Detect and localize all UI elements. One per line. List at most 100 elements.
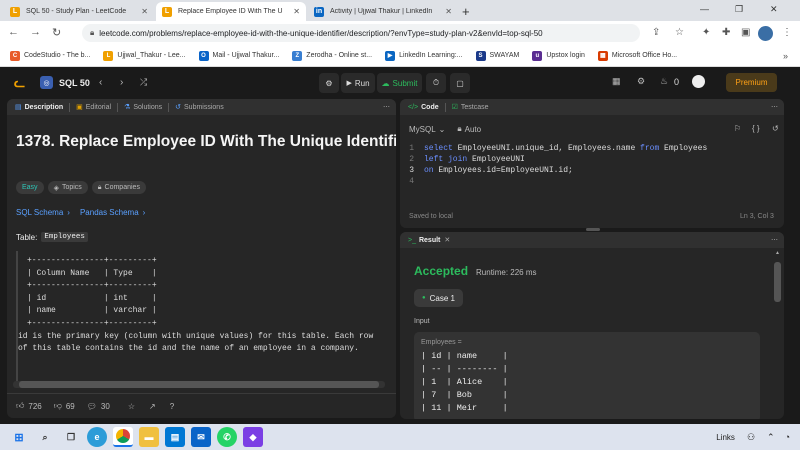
user-avatar[interactable]	[692, 75, 705, 88]
bookmark-item[interactable]: Z Zerodha - Online st...	[292, 50, 373, 61]
people-icon[interactable]: ⚇	[747, 432, 755, 443]
back-icon[interactable]: ←	[8, 26, 19, 38]
windows-start-icon[interactable]: ⊞	[9, 427, 29, 447]
browser-tab-sql50[interactable]: L SQL 50 - Study Plan - LeetCode ✕	[4, 2, 154, 21]
prev-problem-icon[interactable]: ‹	[99, 77, 102, 88]
scroll-thumb[interactable]	[774, 262, 781, 302]
share-icon[interactable]: ⇪	[652, 27, 660, 38]
favorite-star-icon[interactable]: ☆	[128, 402, 135, 411]
share-icon[interactable]: ↗	[149, 402, 156, 411]
sql-schema-link[interactable]: SQL Schema	[16, 208, 63, 217]
divider	[7, 393, 396, 394]
panel-resize-handle[interactable]	[586, 228, 600, 231]
more-bookmarks-icon[interactable]: »	[783, 51, 788, 61]
bookmark-item[interactable]: S SWAYAM	[475, 50, 519, 61]
url-bar[interactable]: 🔒︎ leetcode.com/problems/replace-employe…	[82, 24, 640, 42]
thumbs-up-icon[interactable]: 👍︎	[16, 401, 24, 411]
task-view-icon[interactable]: ❐	[61, 427, 81, 447]
sidebar-icon[interactable]: ▣	[741, 27, 750, 38]
thumbs-down-icon[interactable]: 👎︎	[54, 401, 62, 411]
tab-result[interactable]: Result	[419, 237, 440, 244]
companies-button[interactable]: 🔒︎ Companies	[91, 181, 146, 194]
forward-icon[interactable]: →	[30, 26, 41, 38]
tab-solutions[interactable]: Solutions	[133, 104, 162, 111]
chrome-icon[interactable]	[113, 427, 133, 447]
timer-button[interactable]: ⏱	[426, 73, 446, 93]
bookmark-item[interactable]: u Upstox login	[532, 50, 585, 61]
menu-icon[interactable]: ⋮	[782, 27, 792, 38]
premium-button[interactable]: Premium	[726, 73, 777, 92]
submit-button[interactable]: ☁ Submit	[377, 73, 422, 93]
bookmark-item[interactable]: O Mail - Ujjwal Thakur...	[198, 50, 279, 61]
maximize-icon[interactable]: ❐	[735, 4, 743, 15]
close-icon[interactable]: ✕	[444, 236, 450, 244]
bookmark-item[interactable]: C CodeStudio - The b...	[10, 50, 90, 61]
bookmark-star-icon[interactable]: ☆	[675, 27, 684, 38]
code-editor[interactable]: 1 select EmployeeUNI.unique_id, Employees…	[400, 144, 784, 188]
pandas-schema-link[interactable]: Pandas Schema	[80, 208, 139, 217]
comment-icon[interactable]: 💬︎	[87, 402, 97, 411]
streak-fire-icon[interactable]: ♨	[660, 76, 668, 87]
tab-submissions[interactable]: Submissions	[184, 104, 224, 111]
help-icon[interactable]: ?	[170, 402, 174, 411]
close-icon[interactable]: ✕	[141, 7, 148, 16]
mail-icon[interactable]: ✉	[191, 427, 211, 447]
browser-tab-replace-employee[interactable]: L Replace Employee ID With The U ✕	[156, 2, 306, 21]
network-icon[interactable]: ◔	[785, 432, 790, 442]
braces-icon[interactable]: { }	[752, 124, 760, 133]
notes-button[interactable]: ▢	[450, 73, 470, 93]
bookmark-item[interactable]: L Ujjwal_Thakur - Lee...	[103, 50, 186, 61]
leetcode-icon: L	[162, 6, 172, 17]
topics-button[interactable]: ◈ Topics	[47, 181, 88, 194]
bookmark-item[interactable]: ▶ LinkedIn Learning:...	[385, 50, 463, 61]
more-options-icon[interactable]: ⋯	[771, 103, 778, 111]
search-icon[interactable]: ⌕	[35, 427, 55, 447]
scroll-up-icon[interactable]: ▲	[774, 250, 781, 256]
puzzle-icon[interactable]: ✚	[722, 27, 730, 38]
more-options-icon[interactable]: ⋯	[383, 103, 390, 111]
shuffle-icon[interactable]: ⤮	[140, 77, 147, 88]
edge-icon[interactable]: e	[87, 427, 107, 447]
close-icon[interactable]: ✕	[445, 7, 452, 16]
vpn-icon[interactable]: ◆	[243, 427, 263, 447]
tab-editorial[interactable]: Editorial	[86, 104, 111, 111]
profile-avatar[interactable]	[758, 26, 773, 41]
accepted-status: Accepted	[414, 264, 469, 278]
extension-icon[interactable]: ✦	[702, 27, 710, 38]
auto-mode[interactable]: Auto	[465, 125, 481, 134]
links-toolbar[interactable]: Links	[716, 433, 735, 442]
close-icon[interactable]: ✕	[293, 7, 300, 16]
leetcode-navbar: ᓚ ◎ SQL 50 ‹ › ⤮ ⚙ ▶ Run ☁ Submit ⏱ ▢ ▦ ⚙ …	[0, 67, 800, 98]
horizontal-scrollbar[interactable]	[13, 381, 385, 388]
minimize-icon[interactable]: —	[700, 4, 709, 14]
whatsapp-icon[interactable]: ✆	[217, 427, 237, 447]
reset-icon[interactable]: ↺	[772, 124, 779, 133]
chevron-up-icon[interactable]: ⌃	[767, 432, 775, 443]
case-1-button[interactable]: ● Case 1	[414, 289, 463, 307]
leetcode-logo-icon[interactable]: ᓚ	[14, 75, 25, 91]
new-tab-icon[interactable]: +	[462, 4, 470, 19]
study-plan-title[interactable]: SQL 50	[59, 78, 90, 88]
reload-icon[interactable]: ↻	[52, 26, 61, 39]
bookmark-icon[interactable]: ⚐	[734, 124, 741, 133]
vertical-scrollbar[interactable]: ▲	[774, 250, 781, 416]
tab-description[interactable]: Description	[25, 104, 64, 111]
tab-code[interactable]: Code	[421, 104, 439, 111]
bookmark-label: Zerodha - Online st...	[306, 52, 373, 59]
run-button[interactable]: ▶ Run	[341, 73, 375, 93]
tab-testcase[interactable]: Testcase	[461, 104, 489, 111]
language-select[interactable]: MySQL	[409, 125, 436, 134]
store-icon[interactable]: ▤	[165, 427, 185, 447]
next-problem-icon[interactable]: ›	[120, 77, 123, 88]
more-options-icon[interactable]: ⋯	[771, 236, 778, 244]
file-explorer-icon[interactable]: ▬	[139, 427, 159, 447]
bookmark-item[interactable]: ▦ Microsoft Office Ho...	[597, 50, 677, 61]
settings-gear-icon[interactable]: ⚙	[637, 76, 645, 87]
status-dot-icon: ●	[422, 295, 426, 301]
browser-tab-linkedin[interactable]: in Activity | Ujjwal Thakur | LinkedIn ✕	[308, 2, 458, 21]
debug-button[interactable]: ⚙	[319, 73, 339, 93]
case-label: Case 1	[429, 293, 455, 303]
close-window-icon[interactable]: ✕	[770, 4, 778, 15]
layout-icon[interactable]: ▦	[612, 76, 621, 87]
submit-label: Submit	[392, 78, 418, 88]
